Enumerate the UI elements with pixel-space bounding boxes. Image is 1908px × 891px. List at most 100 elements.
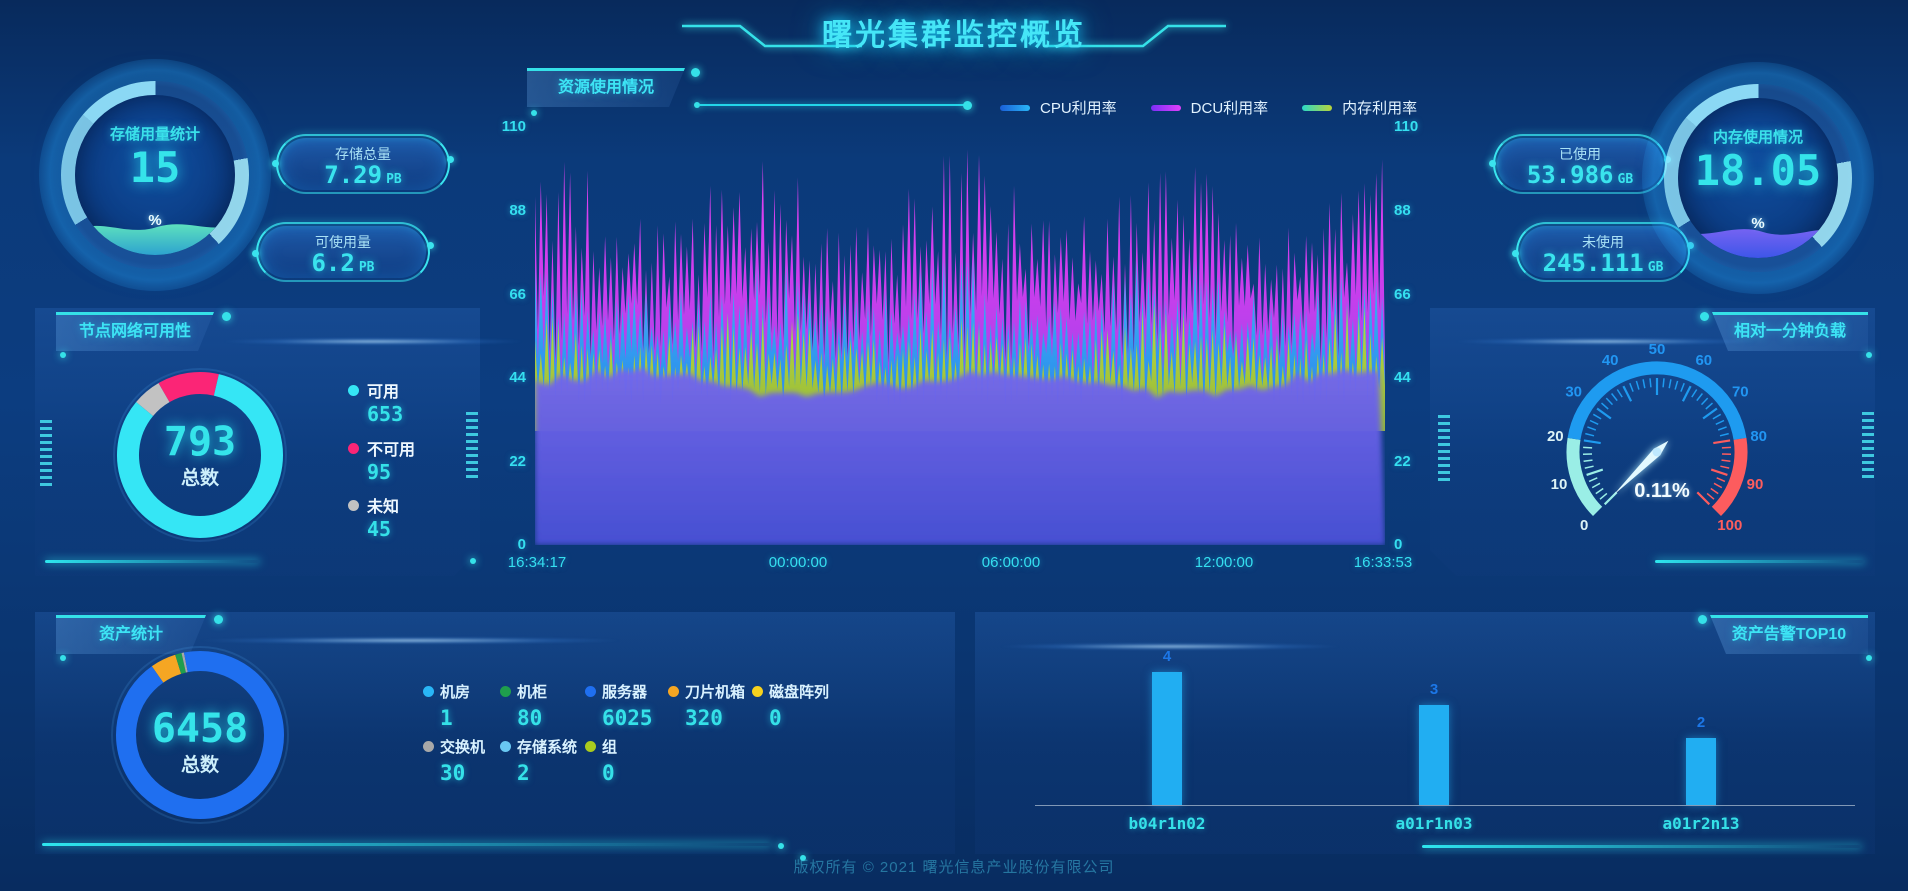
legend-item-unavailable[interactable]: 不可用 95: [348, 436, 468, 484]
donut-center: 793 总数: [110, 421, 290, 490]
legend-item-cabinet[interactable]: 机柜 80: [500, 681, 586, 730]
svg-text:80: 80: [1750, 428, 1767, 445]
storage-gauge-value: 15: [130, 146, 181, 190]
y-axis-tick: 0: [484, 536, 526, 553]
legend-item-group[interactable]: 组 0: [585, 736, 671, 785]
load-gauge-value: 0.11%: [1612, 480, 1712, 503]
bar-category-label: b04r1n02: [1097, 814, 1237, 833]
legend-value: 30: [440, 761, 509, 785]
legend-label: 组: [602, 736, 617, 757]
bar-value-label: 2: [1661, 714, 1741, 731]
copyright-text: 版权所有 © 2021 曙光信息产业股份有限公司: [0, 856, 1908, 877]
asset-alerts-chart[interactable]: 4b04r1n023a01r1n032a01r2n13: [1035, 640, 1855, 850]
pill-unit: PB: [359, 260, 375, 275]
legend-dot-icon: [423, 741, 434, 752]
glow-dot: [214, 615, 223, 624]
storage-gauge-unit: %: [75, 212, 235, 229]
x-axis-tick: 06:00:00: [951, 554, 1071, 571]
storage-available-pill: 可使用量 6.2 PB: [260, 226, 426, 278]
storage-gauge-title: 存储用量统计: [110, 123, 200, 144]
legend-item-cpu[interactable]: CPU利用率: [1000, 97, 1117, 118]
barcode-decoration: [1438, 415, 1450, 485]
legend-item-server[interactable]: 服务器 6025: [585, 681, 671, 730]
x-axis-tick: 16:34:17: [477, 554, 597, 571]
y-axis-tick: 0: [1394, 536, 1436, 553]
legend-label: 交换机: [440, 736, 485, 757]
legend-label: 服务器: [602, 681, 647, 702]
glow-dot: [778, 843, 784, 849]
chart-legend: CPU利用率 DCU利用率 内存利用率: [1000, 97, 1417, 118]
legend-label: 内存利用率: [1342, 97, 1417, 118]
legend-marker-cpu-icon: [1000, 105, 1030, 111]
panel-bottom-line: [1655, 560, 1865, 563]
bar[interactable]: [1419, 705, 1449, 805]
legend-label: 不可用: [367, 436, 415, 460]
legend-item-blade-chassis[interactable]: 刀片机箱 320: [668, 681, 754, 730]
y-axis-tick: 110: [484, 118, 526, 135]
storage-total-pill: 存储总量 7.29PB: [280, 138, 446, 190]
legend-item-storage-system[interactable]: 存储系统 2: [500, 736, 586, 785]
svg-text:60: 60: [1695, 352, 1712, 369]
legend-dot-icon: [585, 686, 596, 697]
svg-text:10: 10: [1551, 476, 1568, 493]
tab-resource-usage: 资源使用情况: [527, 68, 685, 107]
resource-usage-chart[interactable]: [535, 127, 1385, 545]
bar[interactable]: [1686, 738, 1716, 805]
barcode-decoration: [1862, 412, 1874, 482]
legend-item-disk-array[interactable]: 磁盘阵列 0: [752, 681, 838, 730]
legend-dot-icon: [585, 741, 596, 752]
tab-node-network: 节点网络可用性: [56, 312, 214, 351]
legend-value: 0: [769, 706, 838, 730]
legend-dot-icon: [348, 500, 359, 511]
legend-label: 刀片机箱: [685, 681, 745, 702]
pill-label: 可使用量: [260, 226, 426, 252]
legend-label: 机柜: [517, 681, 547, 702]
legend-dot-icon: [752, 686, 763, 697]
bar-category-label: a01r1n03: [1364, 814, 1504, 833]
panel-bottom-line: [1422, 845, 1862, 848]
legend-item-available[interactable]: 可用 653: [348, 378, 468, 426]
node-total-label: 总数: [110, 463, 290, 490]
glow-dot: [222, 312, 231, 321]
divider-line: [700, 104, 964, 106]
legend-item-unknown[interactable]: 未知 45: [348, 493, 468, 541]
asset-total: 6458: [110, 708, 290, 750]
legend-item-dcu[interactable]: DCU利用率: [1151, 97, 1269, 118]
y-axis-tick: 22: [1394, 453, 1436, 470]
glow-dot: [1866, 655, 1872, 661]
x-axis-line: [1035, 805, 1855, 806]
y-axis-tick: 22: [484, 453, 526, 470]
memory-gauge-unit: %: [1678, 215, 1838, 232]
storage-gauge[interactable]: 存储用量统计 15 %: [55, 75, 255, 275]
legend-marker-dcu-icon: [1151, 105, 1181, 111]
svg-text:20: 20: [1547, 428, 1564, 445]
legend-label: 未知: [367, 493, 399, 517]
svg-text:30: 30: [1565, 384, 1582, 401]
legend-item-room[interactable]: 机房 1: [423, 681, 509, 730]
bar[interactable]: [1152, 672, 1182, 805]
bar-value-label: 4: [1127, 648, 1207, 665]
legend-item-mem[interactable]: 内存利用率: [1302, 97, 1417, 118]
glow-dot: [60, 655, 66, 661]
legend-value: 6025: [602, 706, 671, 730]
load-gauge[interactable]: 0102030405060708090100: [1507, 322, 1807, 572]
legend-value: 80: [517, 706, 586, 730]
svg-text:50: 50: [1649, 341, 1666, 358]
x-axis-tick: 00:00:00: [738, 554, 858, 571]
legend-item-switch[interactable]: 交换机 30: [423, 736, 509, 785]
glow-dot: [531, 110, 537, 116]
glow-dot: [1700, 312, 1709, 321]
legend-label: 机房: [440, 681, 470, 702]
legend-value: 45: [367, 517, 468, 541]
barcode-decoration: [40, 420, 52, 490]
legend-value: 1: [440, 706, 509, 730]
pill-label: 存储总量: [280, 138, 446, 164]
glow-dot: [963, 101, 972, 110]
light-flare: [223, 338, 523, 345]
gauge-body: 存储用量统计 15 %: [75, 95, 235, 255]
y-axis-tick: 88: [484, 202, 526, 219]
pill-value: 6.2: [311, 249, 354, 277]
legend-dot-icon: [348, 385, 359, 396]
memory-gauge[interactable]: 内存使用情况 18.05 %: [1658, 78, 1858, 278]
pill-label: 已使用: [1497, 138, 1663, 164]
